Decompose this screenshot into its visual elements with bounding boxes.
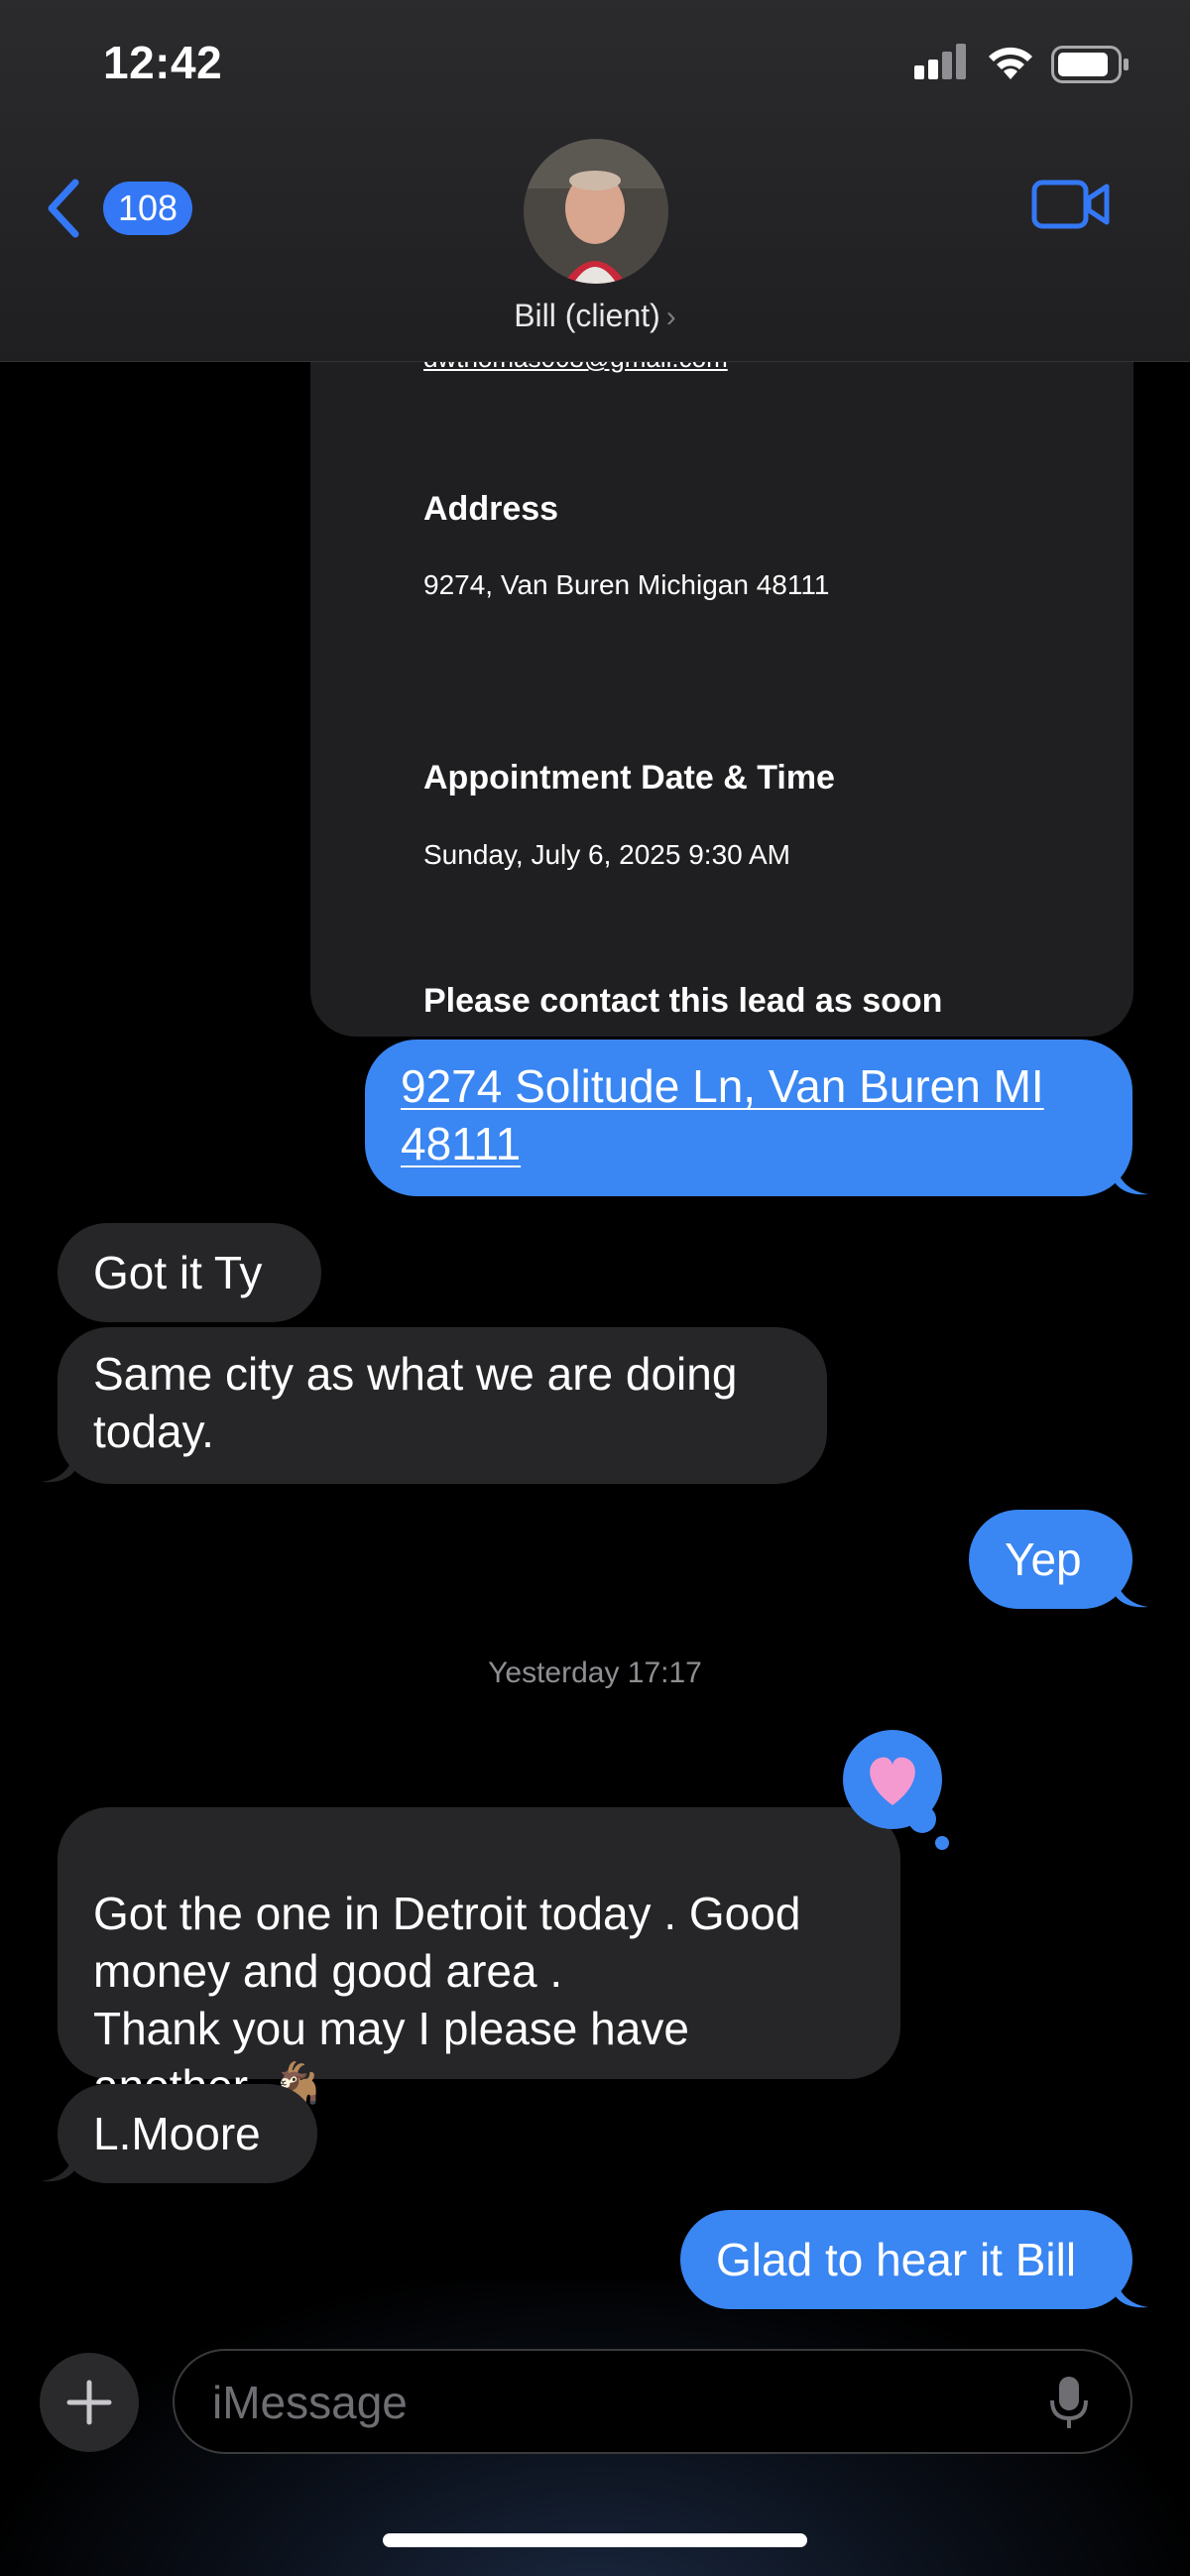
message-timestamp: Yesterday 17:17 xyxy=(488,1656,702,1689)
battery-icon xyxy=(1051,46,1129,83)
bubble-tail xyxy=(1115,1575,1148,1608)
status-time: 12:42 xyxy=(103,37,223,88)
message-text: Glad to hear it Bill xyxy=(716,2234,1077,2285)
microphone-icon[interactable] xyxy=(1047,2375,1091,2432)
message-bubble-received[interactable]: L.Moore xyxy=(58,2084,317,2183)
message-input[interactable] xyxy=(210,2351,1027,2454)
bubble-tail xyxy=(1115,2275,1148,2308)
contact-name-button[interactable]: Bill (client) › xyxy=(397,298,793,334)
home-indicator[interactable] xyxy=(383,2533,807,2547)
imessage-input-field[interactable] xyxy=(173,2349,1132,2454)
wifi-icon xyxy=(989,47,1032,79)
address-value: 9274, Van Buren Michigan 48111 xyxy=(423,569,830,600)
address-label: Address xyxy=(423,490,559,528)
reaction-dot xyxy=(935,1836,949,1850)
chevron-right-icon: › xyxy=(665,301,676,333)
message-text: Yep xyxy=(1005,1533,1082,1585)
conversation-header: 12:42 108 Bill (client) › xyxy=(0,0,1190,362)
message-bubble-received[interactable]: Got the one in Detroit today . Good mone… xyxy=(58,1807,900,2112)
contact-note: Please contact this lead as soon xyxy=(423,982,943,1020)
back-chevron-icon[interactable] xyxy=(42,177,85,240)
video-call-icon[interactable] xyxy=(1031,177,1111,232)
bubble-tail xyxy=(42,1450,75,1483)
address-link[interactable]: 9274 Solitude Ln, Van Buren MI 48111 xyxy=(401,1060,1044,1169)
message-bubble-sent[interactable]: Glad to hear it Bill xyxy=(680,2210,1132,2309)
appointment-value: Sunday, July 6, 2025 9:30 AM xyxy=(423,839,790,870)
message-bubble-received[interactable]: Same city as what we are doing today. xyxy=(58,1327,827,1484)
message-text: Got the one in Detroit today . Good mone… xyxy=(93,1888,801,2112)
signal-icon xyxy=(914,44,970,79)
message-text: Got it Ty xyxy=(93,1247,263,1298)
heart-reaction-icon[interactable] xyxy=(841,1728,950,1837)
message-bubble-sent[interactable]: Yep xyxy=(969,1510,1132,1609)
message-text: Same city as what we are doing today. xyxy=(93,1348,738,1457)
unread-count-badge[interactable]: 108 xyxy=(103,182,192,235)
appointment-label: Appointment Date & Time xyxy=(423,759,835,797)
message-text: L.Moore xyxy=(93,2108,261,2159)
email-preview-card[interactable]: dwthomas008@gmail.com Address 9274, Van … xyxy=(310,298,1133,1037)
bubble-tail xyxy=(42,2149,75,2182)
plus-icon xyxy=(66,2380,112,2425)
contact-avatar[interactable] xyxy=(524,139,668,284)
contact-name: Bill (client) xyxy=(514,298,660,333)
bubble-tail xyxy=(1115,1163,1148,1195)
apps-plus-button[interactable] xyxy=(40,2353,139,2452)
message-bubble-received[interactable]: Got it Ty xyxy=(58,1223,321,1322)
message-bubble-sent[interactable]: 9274 Solitude Ln, Van Buren MI 48111 xyxy=(365,1040,1132,1196)
